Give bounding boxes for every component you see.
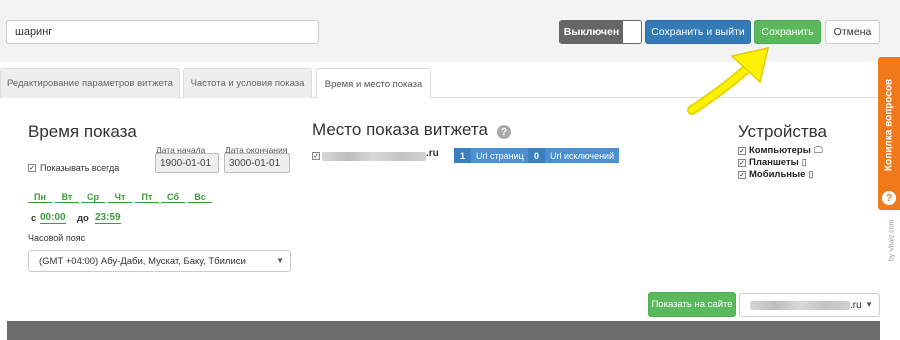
mobiles-label: Мобильные (749, 169, 806, 180)
url-excl-count: 0 (534, 150, 540, 161)
device-computers[interactable]: ✓ Компьютеры 🖵 (738, 145, 823, 156)
tab-time-place[interactable]: Время и место показа (316, 68, 431, 99)
phone-icon: ▯ (808, 169, 814, 179)
day-mon[interactable]: Пн (28, 192, 52, 203)
timezone-select[interactable]: (GMT +04:00) Абу-Даби, Мускат, Баку, Тби… (28, 250, 291, 272)
tablets-label: Планшеты (749, 157, 799, 168)
cancel-button[interactable]: Отмена (825, 20, 880, 44)
computers-checkbox[interactable]: ✓ (738, 146, 746, 155)
widget-name-input[interactable] (6, 20, 319, 44)
status-toggle[interactable]: Выключен (559, 20, 642, 44)
site-checkbox[interactable]: ✓ (312, 152, 320, 160)
tab-widget-params[interactable]: Редактирование параметров витжета (0, 68, 180, 98)
time-to-label: до (77, 213, 89, 224)
day-sat[interactable]: Сб (161, 192, 185, 203)
watermark: by Vitalz.com (888, 219, 896, 261)
site-select[interactable]: .ru ▼ (739, 293, 880, 317)
caret-down-icon: ▼ (865, 300, 873, 309)
question-bank-side-tab[interactable]: Копилка вопросов ? (878, 57, 900, 210)
caret-down-icon: ▼ (276, 256, 284, 265)
time-section-title: Время показа (28, 122, 137, 141)
site-select-suffix: .ru (850, 300, 862, 311)
monitor-icon: 🖵 (813, 145, 823, 155)
device-mobiles[interactable]: ✓ Мобильные ▯ (738, 169, 813, 180)
computers-label: Компьютеры (749, 145, 811, 156)
question-circle-icon[interactable]: ? (497, 125, 511, 139)
save-and-exit-button[interactable]: Сохранить и выйти (645, 20, 751, 44)
toggle-knob[interactable] (623, 21, 641, 43)
save-button[interactable]: Сохранить (754, 20, 821, 44)
url-exclusions-button[interactable]: 0 Url исключений (528, 148, 620, 163)
timezone-value: (GMT +04:00) Абу-Даби, Мускат, Баку, Тби… (39, 255, 246, 267)
url-pages-count: 1 (460, 150, 466, 161)
site-select-blurred (750, 301, 850, 310)
site-domain-suffix: .ru (426, 148, 439, 159)
day-wed[interactable]: Ср (81, 192, 105, 203)
device-tablets[interactable]: ✓ Планшеты ▯ (738, 157, 807, 168)
always-label: Показывать всегда (40, 163, 120, 173)
start-date-input[interactable]: 1900-01-01 (155, 153, 219, 173)
tab-frequency[interactable]: Частота и условия показа (183, 68, 312, 98)
url-pages-label: Url страниц (471, 148, 529, 163)
url-pages-button[interactable]: 1 Url страниц (454, 148, 529, 163)
place-section-title: Место показа витжета (312, 120, 488, 139)
day-tue[interactable]: Вт (55, 192, 79, 203)
site-domain-blurred (322, 152, 426, 161)
devices-section-title: Устройства (738, 122, 827, 141)
mobiles-checkbox[interactable]: ✓ (738, 170, 746, 179)
side-tab-label: Копилка вопросов (883, 78, 895, 172)
toggle-label: Выключен (560, 21, 623, 43)
show-on-site-button[interactable]: Показать на сайте (648, 292, 736, 317)
bottom-bar (7, 321, 880, 340)
always-checkbox[interactable]: ✓ (28, 164, 36, 172)
day-thu[interactable]: Чт (108, 192, 132, 203)
time-from-input[interactable]: 00:00 (40, 212, 66, 224)
day-fri[interactable]: Пт (135, 192, 159, 203)
top-bar: Выключен Сохранить и выйти Сохранить Отм… (0, 0, 900, 62)
question-icon: ? (882, 191, 896, 205)
url-excl-label: Url исключений (545, 148, 620, 163)
end-date-input[interactable]: 3000-01-01 (224, 153, 290, 173)
tablet-icon: ▯ (801, 157, 807, 167)
day-sun[interactable]: Вс (188, 192, 212, 203)
time-to-input[interactable]: 23:59 (95, 212, 121, 224)
timezone-label: Часовой пояс (28, 233, 86, 243)
time-from-label: с (31, 213, 37, 224)
tablets-checkbox[interactable]: ✓ (738, 158, 746, 167)
tab-bar: Редактирование параметров витжета Частот… (0, 68, 880, 99)
